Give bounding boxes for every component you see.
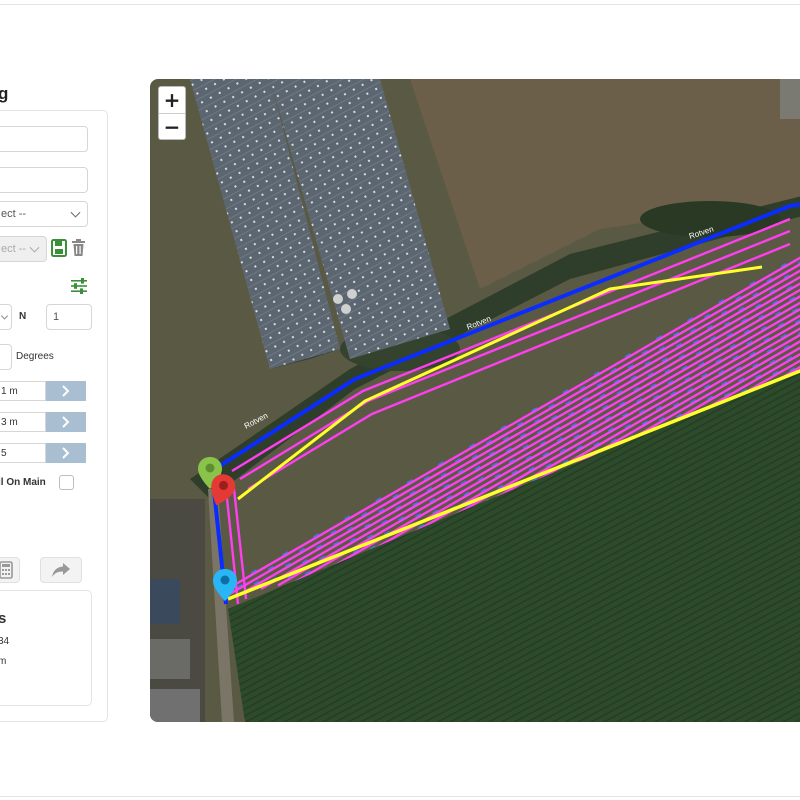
chevron-right-icon <box>62 416 70 428</box>
implement-select-value: ect -- <box>1 208 27 220</box>
chevron-right-icon <box>62 385 70 397</box>
stepper-1-value[interactable]: 1 m <box>0 381 46 401</box>
save-icon[interactable] <box>51 239 67 257</box>
panel-title: g <box>0 84 9 103</box>
chevron-right-icon <box>62 447 70 459</box>
degrees-label: Degrees <box>16 351 54 362</box>
e-offset-input[interactable] <box>0 304 12 330</box>
stepper-1-next-button[interactable] <box>46 381 86 401</box>
n-label: N <box>19 311 27 322</box>
chevron-down-icon <box>29 242 40 253</box>
share-arrow-icon <box>52 563 70 577</box>
info-value-1: 34 <box>0 636 10 647</box>
description-input[interactable] <box>0 167 88 193</box>
zoom-in-button[interactable]: + <box>159 87 185 113</box>
map-view[interactable]: Rotven Rotven Rotven <box>150 79 800 722</box>
name-input[interactable] <box>0 126 88 152</box>
n-input-value: 1 <box>53 311 60 323</box>
stepper-3-text: 5 <box>1 447 7 459</box>
stepper-3-next-button[interactable] <box>46 443 86 463</box>
checkbox-label: il On Main <box>0 477 46 488</box>
info-title: s <box>0 610 7 627</box>
calculator-button[interactable] <box>0 557 20 583</box>
angle-input[interactable] <box>0 344 12 370</box>
info-value-2: m <box>0 656 7 667</box>
share-button[interactable] <box>40 557 82 583</box>
n-input[interactable]: 1 <box>46 304 92 330</box>
stepper-1-text: 1 m <box>1 385 18 397</box>
satellite-map[interactable]: Rotven Rotven Rotven <box>150 79 800 722</box>
calculator-icon <box>0 561 13 579</box>
zoom-out-button[interactable]: − <box>159 114 185 140</box>
implement-select[interactable]: ect -- <box>0 201 88 227</box>
top-divider <box>0 4 800 5</box>
chevron-down-icon <box>0 312 9 320</box>
checkbox[interactable] <box>59 475 74 490</box>
zoom-control: + − <box>158 86 186 140</box>
stepper-2-next-button[interactable] <box>46 412 86 432</box>
pattern-select-value: ect -- <box>1 243 27 255</box>
stepper-2-text: 3 m <box>1 416 18 428</box>
pattern-select[interactable]: ect -- <box>0 236 47 262</box>
stepper-3-value[interactable]: 5 <box>0 443 46 463</box>
chevron-down-icon <box>70 207 81 218</box>
info-card <box>0 590 92 706</box>
trash-icon[interactable] <box>71 239 86 257</box>
stepper-2-value[interactable]: 3 m <box>0 412 46 432</box>
bottom-divider <box>0 796 800 797</box>
sliders-icon[interactable] <box>70 278 88 294</box>
